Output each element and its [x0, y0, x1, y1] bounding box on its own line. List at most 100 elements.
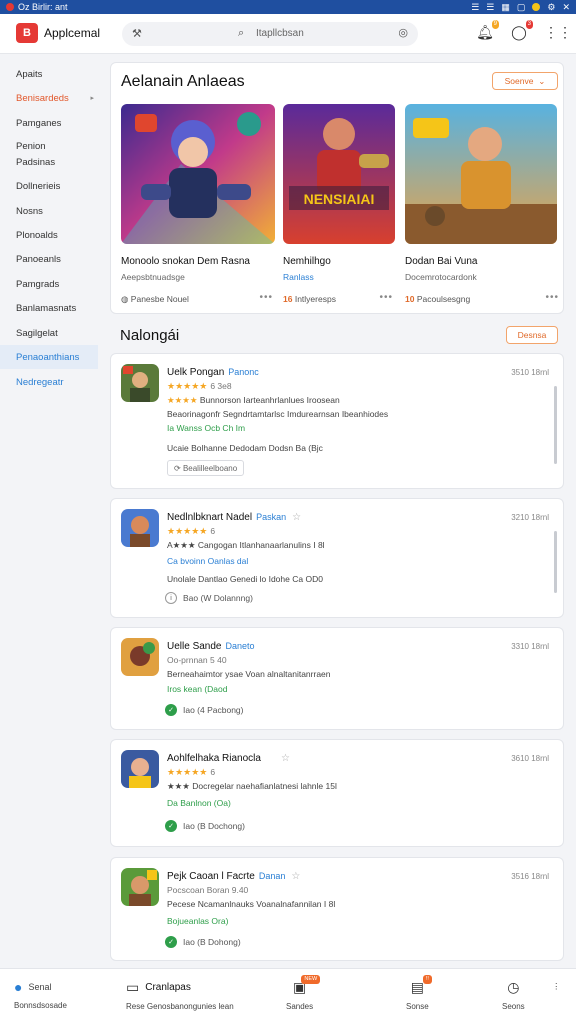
sidebar-item[interactable]: Banlamasnats: [0, 296, 98, 320]
sidebar-item[interactable]: Nedregeatr: [0, 370, 98, 394]
app-name: Uelle Sande Daneto: [167, 641, 255, 652]
grid-icon: ▦: [501, 1, 510, 12]
list-item[interactable]: Pejk Caoan l Facrte Danan ☆ 3516 18rnl Poc…: [110, 857, 564, 961]
sidebar-item[interactable]: Nosns: [0, 199, 98, 223]
library-icon: ▤!!: [411, 975, 432, 996]
description: A★★★ Cangogan Itlanhanaarlanulins I 8l: [167, 540, 325, 550]
game-art: [121, 104, 275, 244]
sidebar: Apaits Benisardeds ▸ Pamganes Penion Pads…: [0, 54, 100, 968]
sidebar-item[interactable]: Pamganes: [0, 111, 98, 135]
description: ★★★ Docregelar naehafianlatnesi lahnle 1…: [167, 781, 337, 791]
status-bar: Oz Birlir: ant ☰ ☰ ▦ ▢ ⚙ ✕: [0, 0, 576, 14]
sidebar-item[interactable]: Plonoalds: [0, 223, 98, 247]
rating: ★★★★★ 6: [167, 767, 216, 777]
more-options-icon[interactable]: •••: [259, 292, 273, 303]
status-text: Bojueanlas Ora): [167, 916, 229, 926]
description: Pecese Ncamanlnauks Voanalnafannilan I 8…: [167, 899, 336, 909]
window-icon: ▢: [516, 1, 526, 12]
list-item[interactable]: Nedlnlbknart Nadel Paskan ☆ 3210 18rnl ★★★…: [110, 498, 564, 618]
app-name: Applcemal: [44, 26, 101, 40]
status-text: Oz Birlir: ant: [18, 2, 68, 12]
list-item[interactable]: Aohlfelhaka Rianocla ☆ 3610 18rnl ★★★★★ 6 …: [110, 739, 564, 847]
sidebar-item-active[interactable]: Penaoanthians: [0, 345, 98, 369]
app-icon: [121, 868, 159, 906]
art-text: NENSIAIAI: [304, 191, 375, 207]
bell-icon[interactable]: 🔔︎ 9: [476, 20, 499, 41]
timestamp: 3210 18rnl: [511, 513, 549, 522]
game-art: [405, 104, 557, 244]
featured-meta: ◍ Panesbe Nouel: [121, 294, 189, 304]
search-bar[interactable]: ⚒ ⌕ Itapllcbsan ◎: [122, 22, 418, 46]
profile-icon[interactable]: ◯ 3: [510, 20, 533, 41]
logo-icon: B: [16, 23, 38, 43]
list-action-button[interactable]: Desnsa: [506, 326, 558, 344]
bottom-tab-store[interactable]: ▣ NEW Sandes: [286, 975, 321, 1011]
description: ★★★★ Bunnorson Iarteanhrlanlues Iroosean: [167, 395, 340, 405]
more-options-icon[interactable]: •••: [379, 292, 393, 303]
list-item[interactable]: Uelle Sande Daneto 3310 18rnl Oo-prnnan 5…: [110, 627, 564, 730]
description: Berneahaimtor ysae Voan alnaltanitanrrae…: [167, 669, 331, 679]
sidebar-item[interactable]: Apaits: [0, 62, 98, 86]
favorite-icon[interactable]: ☆: [291, 871, 300, 882]
sidebar-item[interactable]: Padsinas: [0, 150, 98, 174]
store-icon: ▣ NEW: [293, 975, 321, 996]
status-text: Iros kean (Daod: [167, 684, 228, 694]
sidebar-item[interactable]: Dollnerieis: [0, 174, 98, 198]
item-actions[interactable]: ✓ Iao (B Dohong): [165, 936, 241, 948]
scrollbar[interactable]: [554, 386, 557, 464]
item-actions[interactable]: ✓ Iao (B Dochong): [165, 820, 245, 832]
featured-meta: 16 Intlyeresps: [283, 294, 336, 304]
favorite-icon[interactable]: ☆: [292, 512, 301, 523]
bottom-tab-clock[interactable]: ◷ Seons: [502, 979, 525, 1011]
menu-icon: ☰: [471, 1, 480, 12]
more-icon[interactable]: ⋮: [552, 981, 561, 992]
game-art: NENSIAIAI: [283, 104, 395, 244]
info-icon: i: [165, 592, 177, 604]
clear-icon[interactable]: ◎: [398, 26, 408, 39]
featured-subtitle: Ranlass: [283, 272, 314, 282]
bottom-tab-library[interactable]: ▤!! Sonse: [406, 975, 432, 1011]
timestamp: 3610 18rnl: [511, 754, 549, 763]
sidebar-item[interactable]: Pamgrads: [0, 272, 98, 296]
search-input[interactable]: Itapllcbsan: [256, 28, 304, 39]
favorite-icon[interactable]: ☆: [281, 753, 290, 764]
timestamp: 3510 18rnl: [511, 368, 549, 377]
featured-meta: 10 Pacoulsesgng: [405, 294, 471, 304]
sidebar-item[interactable]: Sagilgelat: [0, 321, 98, 345]
clock-icon: ◷: [507, 979, 520, 995]
rating: ★★★★★ 6 3e8: [167, 381, 232, 391]
note-text: Ucaie Bolhanne Dedodam Dodsn Ba (Bjc: [167, 443, 323, 453]
featured-card[interactable]: Dodan Bai Vuna Docemrotocardonk 10 Pacou…: [395, 104, 558, 314]
sidebar-item[interactable]: Benisardeds ▸: [0, 86, 98, 110]
app-icon: [121, 750, 159, 788]
more-options-icon[interactable]: •••: [545, 292, 559, 303]
list-icon: ☰: [486, 1, 495, 12]
check-icon: ✓: [165, 704, 177, 716]
sidebar-item[interactable]: Panoeanls: [0, 247, 98, 271]
item-actions[interactable]: i Bao (W Dolannng): [165, 592, 253, 604]
bottom-tab-chat[interactable]: ▭ Cranlapas Rese Genosbanongunies lean: [126, 979, 234, 1011]
notification-badge: 9: [491, 20, 499, 29]
search-icon: ⌕: [238, 27, 245, 39]
featured-card[interactable]: Monoolo snokan Dem Rasna Aeepsbtnuadsge …: [111, 104, 275, 314]
item-action-button[interactable]: ⟳ Bealilleelboano: [167, 460, 245, 476]
scrollbar[interactable]: [554, 531, 557, 593]
more-icon[interactable]: ⋮⋮: [544, 24, 572, 41]
bottom-tab-home[interactable]: ● Senal Bonnsdsosade: [14, 979, 67, 1010]
section-action-button[interactable]: Soenve ⌄: [492, 72, 558, 90]
app-logo[interactable]: B Applcemal: [16, 23, 100, 43]
featured-title: Dodan Bai Vuna: [405, 256, 478, 267]
globe-icon: ◍: [121, 294, 129, 304]
close-icon[interactable]: ✕: [562, 2, 570, 13]
featured-subtitle: Aeepsbtnuadsge: [121, 272, 185, 282]
status-text: Ia Wanss Ocb Ch Im: [167, 423, 246, 433]
list-item[interactable]: Uelk Pongan Panonc 3510 18rnl ★★★★★ 6 3e8 …: [110, 353, 564, 489]
check-icon: ✓: [165, 936, 177, 948]
app-icon: [121, 364, 159, 402]
tools-icon[interactable]: ⚒: [132, 27, 142, 40]
item-actions[interactable]: ✓ Iao (4 Pacbong): [165, 704, 243, 716]
app-header: B Applcemal ⚒ ⌕ Itapllcbsan ◎ 🔔︎ 9 ◯ 3 ⋮⋮: [0, 14, 576, 54]
bottom-bar: ● Senal Bonnsdsosade ▭ Cranlapas Rese Geno…: [0, 968, 576, 1024]
featured-subtitle: Docemrotocardonk: [405, 272, 477, 282]
home-icon: ●: [14, 979, 23, 995]
